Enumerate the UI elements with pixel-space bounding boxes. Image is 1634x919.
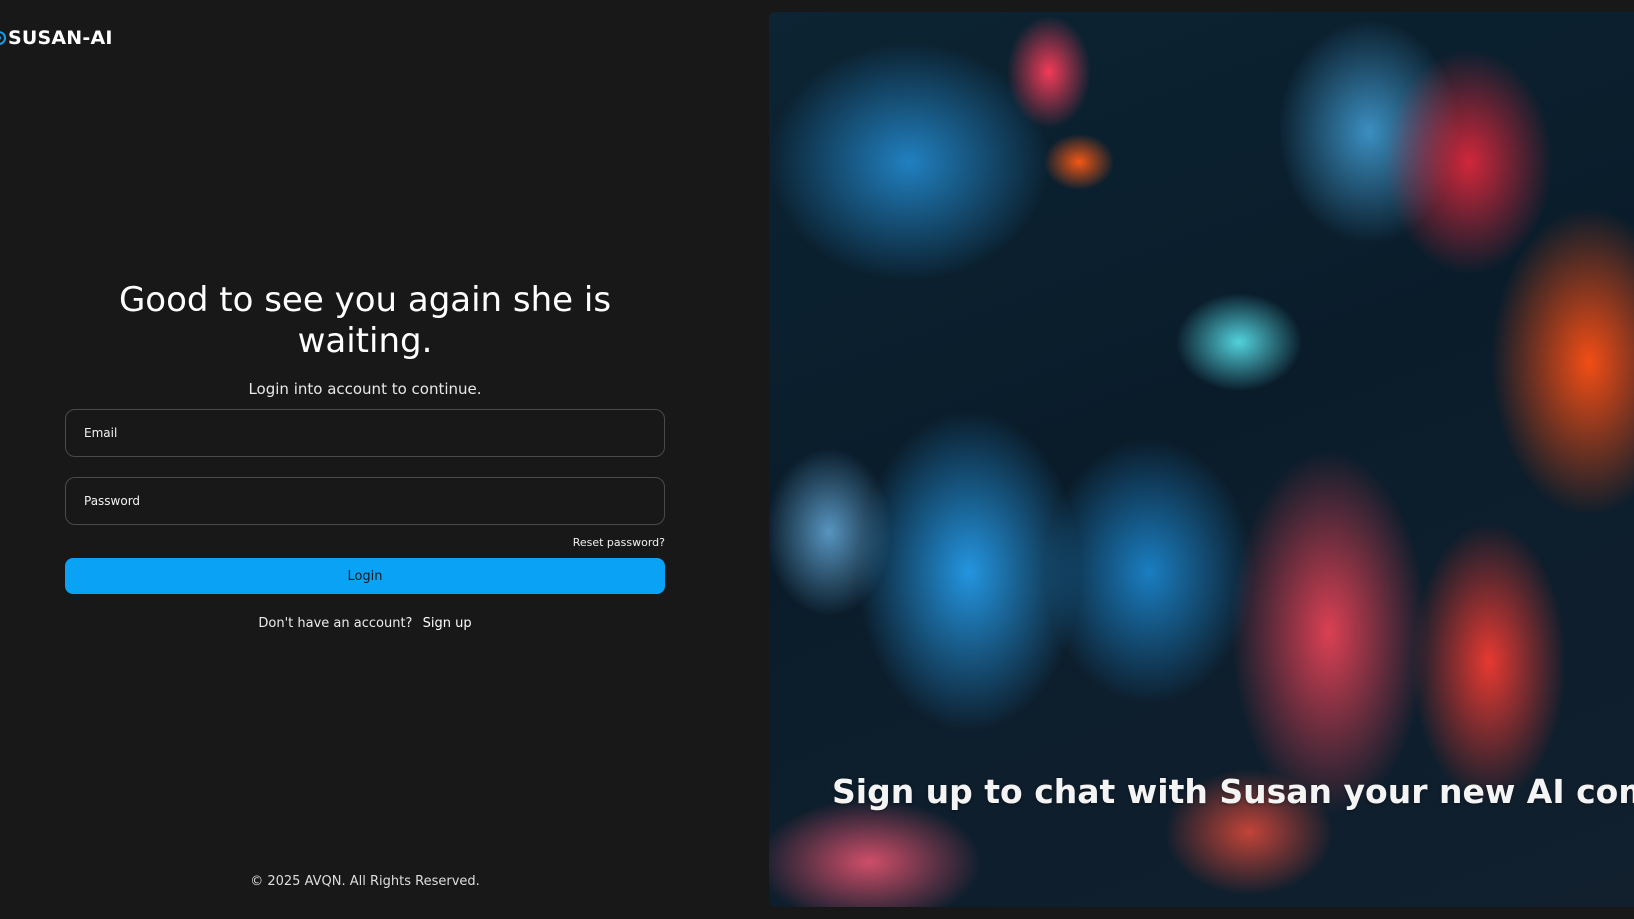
login-page: SUSAN-AI Good to see you again she is wa… (0, 0, 1634, 919)
login-form: Good to see you again she is waiting. Lo… (65, 280, 665, 631)
hero-image: Sign up to chat with Susan your new AI c… (769, 12, 1634, 907)
hero-caption: Sign up to chat with Susan your new AI c… (832, 772, 1634, 811)
brand-name: SUSAN-AI (8, 27, 113, 49)
login-subtitle: Login into account to continue. (248, 380, 482, 398)
email-field[interactable] (65, 409, 665, 457)
footer-copyright: © 2025 AVQN. All Rights Reserved. (250, 874, 480, 889)
reset-row: Reset password? (65, 531, 665, 549)
brand-logo[interactable]: SUSAN-AI (0, 27, 113, 49)
password-field[interactable] (65, 477, 665, 525)
signup-link[interactable]: Sign up (423, 616, 472, 631)
signup-prompt: Don't have an account? Sign up (65, 616, 665, 631)
login-button[interactable]: Login (65, 558, 665, 594)
no-account-text: Don't have an account? (258, 616, 413, 631)
reset-password-link[interactable]: Reset password? (573, 536, 665, 549)
circle-logo-icon (0, 31, 6, 45)
page-title: Good to see you again she is waiting. (118, 280, 612, 361)
